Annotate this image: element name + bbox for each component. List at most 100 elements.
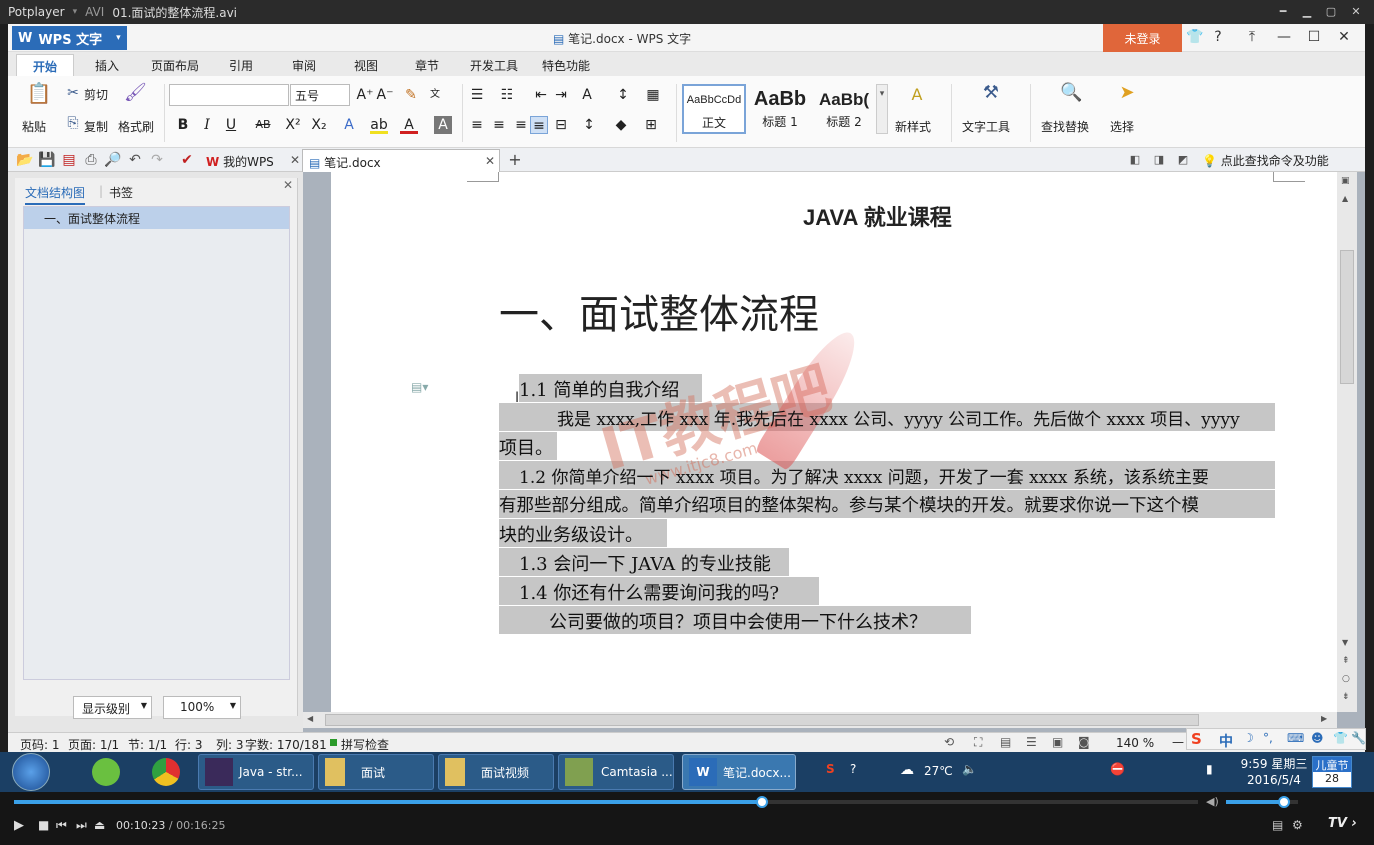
maximize-button[interactable]: ☐ <box>1304 29 1324 45</box>
new-tab-icon[interactable]: + <box>506 151 524 169</box>
font-size-select[interactable]: 五号 <box>290 84 350 106</box>
scroll-down-icon[interactable]: ▼ <box>1342 638 1348 647</box>
text-tools-icon[interactable]: ⚒ <box>982 84 1000 102</box>
app-360-icon[interactable] <box>92 758 120 786</box>
close-icon[interactable]: ✕ <box>485 154 495 168</box>
minimize-button[interactable]: — <box>1274 29 1294 45</box>
wrench-icon[interactable]: 🔧 <box>1351 731 1366 745</box>
customize-icon[interactable]: ✔ <box>178 151 196 169</box>
ime-mode[interactable]: 中 <box>1219 731 1233 751</box>
numbered-list-icon[interactable]: ☷ <box>498 86 516 104</box>
undo-icon[interactable]: ↶ <box>126 151 144 169</box>
justify-icon[interactable]: ≡ <box>530 116 548 134</box>
strikethrough-icon[interactable]: AB <box>252 116 274 134</box>
char-shading-icon[interactable]: A <box>434 116 452 134</box>
status-words[interactable]: 字数: 170/181 <box>245 736 327 753</box>
calendar-widget[interactable]: 儿童节 28 <box>1312 756 1352 788</box>
tab-notes-docx[interactable]: ▤ 笔记.docx ✕ <box>302 149 500 172</box>
prev-page-icon[interactable]: ⇞ <box>1342 656 1350 666</box>
stop-icon[interactable]: ■ <box>38 818 49 832</box>
tab-review[interactable]: 审阅 <box>292 57 316 74</box>
pinyin-icon[interactable]: 文 <box>426 86 444 104</box>
taskbar-item-camtasia[interactable]: Camtasia ... <box>558 754 674 790</box>
skin-icon[interactable]: 👕 <box>1185 29 1205 45</box>
volume-icon[interactable]: ◀) <box>1206 795 1219 808</box>
fullscreen-icon[interactable]: ⤒ <box>1242 29 1262 45</box>
tab-my-wps[interactable]: W 我的WPS ✕ <box>200 149 300 172</box>
redo-icon[interactable]: ↷ <box>148 151 166 169</box>
system-clock[interactable]: 9:59 星期三 2016/5/4 <box>1238 756 1310 788</box>
seek-bar[interactable] <box>14 796 1198 808</box>
nav-zoom-select[interactable]: 100% ▼ <box>163 696 241 719</box>
superscript-icon[interactable]: X² <box>284 116 302 134</box>
paragraph-marker-icon[interactable]: ▤▾ <box>411 380 428 394</box>
tab-developer[interactable]: 开发工具 <box>470 57 518 74</box>
select-cursor-icon[interactable]: ➤ <box>1118 84 1136 102</box>
feedback-icon[interactable]: ◩ <box>1174 151 1192 169</box>
select-browse-icon[interactable]: ○ <box>1342 674 1350 684</box>
wps-menu-button[interactable]: W WPS 文字 ▾ <box>12 26 127 50</box>
copy-button[interactable]: 复制 <box>84 118 108 135</box>
paste-button[interactable]: 粘贴 <box>22 118 46 135</box>
table-icon[interactable]: ▦ <box>644 86 662 104</box>
next-icon[interactable]: ⏭ <box>76 818 87 833</box>
sogou-logo-icon[interactable]: S <box>1191 730 1202 748</box>
font-name-select[interactable] <box>169 84 289 106</box>
style-heading-2[interactable]: AaBb( 标题 2 <box>812 84 876 134</box>
volume-icon[interactable]: 🔈 <box>962 762 977 776</box>
moon-icon[interactable]: ☽ <box>1243 731 1254 745</box>
tab-special[interactable]: 特色功能 <box>542 57 590 74</box>
select-button[interactable]: 选择 <box>1110 118 1134 135</box>
share-icon[interactable]: ◨ <box>1150 151 1168 169</box>
tab-home[interactable]: 开始 <box>16 54 75 76</box>
distribute-icon[interactable]: ⊟ <box>552 116 570 134</box>
grow-font-icon[interactable]: A⁺ <box>356 86 374 104</box>
reading-view-icon[interactable]: ◙ <box>1078 735 1090 749</box>
find-replace-button[interactable]: 查找替换 <box>1041 118 1089 135</box>
taskbar-item-wps[interactable]: W 笔记.docx... <box>682 754 796 790</box>
text-effect-icon[interactable]: A <box>340 116 358 134</box>
new-style-button[interactable]: 新样式 <box>895 118 931 135</box>
restore-icon[interactable]: ▢ <box>1324 5 1338 19</box>
volume-knob[interactable] <box>1277 796 1290 808</box>
clear-format-icon[interactable]: ✎ <box>402 86 420 104</box>
minimize-icon[interactable]: ▁ <box>1300 5 1314 19</box>
horizontal-scrollbar[interactable]: ◀ ▶ <box>303 712 1337 728</box>
scroll-left-icon[interactable]: ◀ <box>307 714 313 723</box>
subscript-icon[interactable]: X₂ <box>310 116 328 134</box>
settings-icon[interactable]: ⚙ <box>1292 818 1303 832</box>
network-icon[interactable]: ▮ <box>1206 762 1213 776</box>
eject-icon[interactable]: ⏏ <box>94 818 105 832</box>
decrease-indent-icon[interactable]: ⇤ <box>532 86 550 104</box>
italic-icon[interactable]: I <box>198 116 216 134</box>
web-view-icon[interactable]: ▣ <box>1052 735 1063 749</box>
taskbar-item-interview-video[interactable]: 面试视频 <box>438 754 554 790</box>
level-select[interactable]: 显示级别 ▼ <box>73 696 152 719</box>
zoom-out-icon[interactable]: — <box>1172 735 1184 749</box>
copy-icon[interactable]: ⎘ <box>64 114 82 132</box>
text-tools-button[interactable]: 文字工具 <box>962 118 1010 135</box>
scroll-thumb[interactable] <box>1340 250 1354 384</box>
shirt-icon[interactable]: 👕 <box>1333 731 1348 745</box>
line-spacing-icon[interactable]: ↕ <box>580 116 598 134</box>
taskbar-item-java[interactable]: Java - str... <box>198 754 314 790</box>
style-normal[interactable]: AaBbCcDd 正文 <box>682 84 746 134</box>
border-icon[interactable]: ⊞ <box>642 116 660 134</box>
login-button[interactable]: 未登录 <box>1103 24 1182 52</box>
tab-outline[interactable]: 文档结构图 <box>25 184 86 205</box>
align-left-icon[interactable]: ≡ <box>468 116 486 134</box>
close-icon[interactable]: ✕ <box>283 178 293 192</box>
open-folder-icon[interactable]: 📂 <box>16 151 34 169</box>
pin-icon[interactable]: ━ <box>1276 5 1290 19</box>
command-search[interactable]: 💡 点此查找命令及功能 <box>1202 152 1329 169</box>
tab-layout[interactable]: 页面布局 <box>151 57 199 74</box>
format-painter-button[interactable]: 格式刷 <box>118 118 154 135</box>
close-icon[interactable]: ✕ <box>1346 5 1366 19</box>
scissors-icon[interactable]: ✂ <box>64 84 82 102</box>
vertical-scrollbar[interactable]: ▣ ▲ ▼ ⇞ ○ ⇟ <box>1337 172 1357 712</box>
style-heading-1[interactable]: AaBb 标题 1 <box>748 84 812 134</box>
cut-button[interactable]: 剪切 <box>84 86 108 103</box>
fullscreen-view-icon[interactable]: ⛶ <box>974 735 982 750</box>
bold-icon[interactable]: B <box>174 116 192 134</box>
print-preview-icon[interactable]: 🔎 <box>104 151 122 169</box>
